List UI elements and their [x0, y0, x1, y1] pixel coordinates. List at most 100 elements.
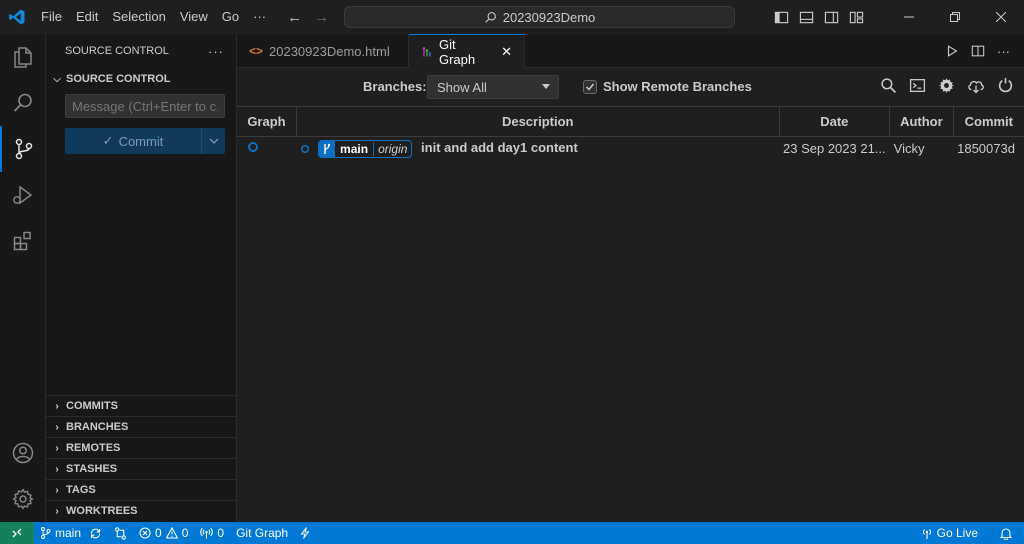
section-remotes[interactable]: › REMOTES: [46, 437, 236, 458]
column-description[interactable]: Description: [296, 106, 780, 137]
show-remote-label[interactable]: Show Remote Branches: [603, 79, 752, 94]
table-row[interactable]: main origin init and add day1 content 23…: [237, 137, 1024, 161]
git-graph-toolbar: Branches: Show All Show Remote Branches: [237, 68, 1024, 106]
branch-icon: [41, 527, 51, 539]
column-commit[interactable]: Commit: [953, 106, 1024, 137]
branch-icon: [319, 140, 336, 157]
branch-ref-badge[interactable]: main origin: [318, 139, 413, 158]
chevron-right-icon: ›: [55, 421, 59, 433]
html-file-icon: <>: [249, 44, 264, 58]
commit-dropdown-button[interactable]: [201, 128, 225, 154]
settings-gear-icon[interactable]: [938, 77, 955, 94]
broadcast-icon: [200, 527, 214, 539]
column-author[interactable]: Author: [889, 106, 954, 137]
sync-icon[interactable]: [89, 527, 102, 540]
run-icon[interactable]: [945, 44, 959, 58]
manage-gear-icon[interactable]: [0, 476, 46, 522]
close-icon[interactable]: ✕: [501, 44, 512, 60]
status-go-live[interactable]: Go Live: [915, 522, 988, 544]
explorer-icon[interactable]: [0, 34, 46, 80]
fetch-cloud-icon[interactable]: [967, 77, 985, 94]
run-debug-icon[interactable]: [0, 172, 46, 218]
section-tags[interactable]: › TAGS: [46, 479, 236, 500]
git-graph-actions: [880, 77, 1014, 94]
accounts-icon[interactable]: [0, 430, 46, 476]
sidebar-title: SOURCE CONTROL: [65, 45, 169, 57]
commit-message-input[interactable]: [65, 94, 225, 118]
section-label: TAGS: [66, 484, 96, 496]
branches-dropdown[interactable]: Show All: [427, 75, 559, 99]
section-label: WORKTREES: [66, 505, 138, 517]
section-label: REMOTES: [66, 442, 121, 454]
commit-button-label: Commit: [118, 133, 164, 149]
error-icon: [139, 527, 151, 539]
command-center-label: 20230923Demo: [502, 9, 596, 25]
nav-arrows: ← →: [287, 9, 329, 26]
source-control-section-label: SOURCE CONTROL: [66, 73, 171, 85]
ports-count: 0: [217, 526, 225, 540]
status-lightning[interactable]: [294, 522, 316, 544]
check-icon: ✓: [102, 133, 114, 148]
column-date[interactable]: Date: [779, 106, 891, 137]
section-worktrees[interactable]: › WORKTREES: [46, 500, 236, 521]
menu-more[interactable]: ···: [246, 0, 273, 34]
chevron-right-icon: ›: [55, 400, 59, 412]
status-bar: main 0 0 0 Git Graph Go Live: [0, 522, 1024, 544]
section-branches[interactable]: › BRANCHES: [46, 416, 236, 437]
vscode-logo-icon: [0, 0, 34, 34]
git-graph-view: Branches: Show All Show Remote Branches …: [237, 68, 1024, 522]
extensions-icon[interactable]: [0, 218, 46, 264]
split-editor-icon[interactable]: [971, 44, 985, 58]
sidebar-more-button[interactable]: ···: [208, 44, 224, 59]
author-cell: Vicky: [893, 141, 925, 157]
minimize-button[interactable]: [886, 0, 932, 34]
toggle-sidebar-icon[interactable]: [774, 10, 789, 25]
git-graph-icon: [422, 46, 431, 56]
forward-arrow-icon[interactable]: →: [314, 9, 329, 26]
status-ports[interactable]: 0: [194, 522, 230, 544]
column-graph[interactable]: Graph: [237, 106, 297, 137]
toggle-panel-icon[interactable]: [799, 10, 814, 25]
section-stashes[interactable]: › STASHES: [46, 458, 236, 479]
menu-go[interactable]: Go: [215, 0, 246, 34]
back-arrow-icon[interactable]: ←: [287, 9, 302, 26]
source-control-icon[interactable]: [0, 126, 46, 172]
source-control-section-header[interactable]: ⌵ SOURCE CONTROL: [46, 68, 236, 90]
menu-file[interactable]: File: [34, 0, 69, 34]
section-commits[interactable]: › COMMITS: [46, 395, 236, 416]
menu-selection[interactable]: Selection: [105, 0, 172, 34]
tab-git-graph[interactable]: Git Graph ✕: [409, 34, 525, 68]
restore-button[interactable]: [932, 0, 978, 34]
notifications-bell-icon[interactable]: [988, 522, 1024, 544]
close-window-button[interactable]: [978, 0, 1024, 34]
source-control-sidebar: SOURCE CONTROL ··· ⌵ SOURCE CONTROL ✓ Co…: [46, 34, 237, 522]
editor-more-button[interactable]: ···: [997, 44, 1010, 59]
toggle-secondary-sidebar-icon[interactable]: [824, 10, 839, 25]
table-header-row: Graph Description Date Author Commit: [237, 106, 1024, 137]
tab-label: Git Graph: [438, 36, 476, 67]
editor-tabs: <> 20230923Demo.html Git Graph ✕ ···: [237, 34, 1024, 68]
chevron-right-icon: ›: [55, 505, 59, 517]
caret-down-icon: [542, 84, 550, 89]
menu-edit[interactable]: Edit: [69, 0, 105, 34]
commit-node-icon: [248, 142, 258, 153]
refresh-icon[interactable]: [997, 77, 1014, 94]
find-icon[interactable]: [880, 77, 897, 94]
git-graph-status-label: Git Graph: [236, 526, 289, 540]
search-view-icon[interactable]: [0, 80, 46, 126]
tab-html-file[interactable]: <> 20230923Demo.html: [237, 34, 409, 68]
status-git-graph-icon-button[interactable]: [108, 522, 133, 544]
terminal-icon[interactable]: [909, 77, 926, 94]
menu-view[interactable]: View: [173, 0, 215, 34]
commit-button[interactable]: ✓ Commit: [65, 128, 201, 154]
status-git-graph[interactable]: Git Graph: [230, 522, 294, 544]
title-bar: File Edit Selection View Go ··· ← → 2023…: [0, 0, 1024, 34]
customize-layout-icon[interactable]: [849, 10, 864, 25]
status-branch[interactable]: main: [34, 522, 108, 544]
go-live-label: Go Live: [936, 526, 978, 540]
show-remote-checkbox[interactable]: [583, 80, 597, 94]
status-problems[interactable]: 0 0: [133, 522, 194, 544]
command-center[interactable]: 20230923Demo: [344, 6, 735, 28]
remote-indicator[interactable]: [0, 522, 34, 544]
git-compare-icon: [115, 526, 126, 540]
